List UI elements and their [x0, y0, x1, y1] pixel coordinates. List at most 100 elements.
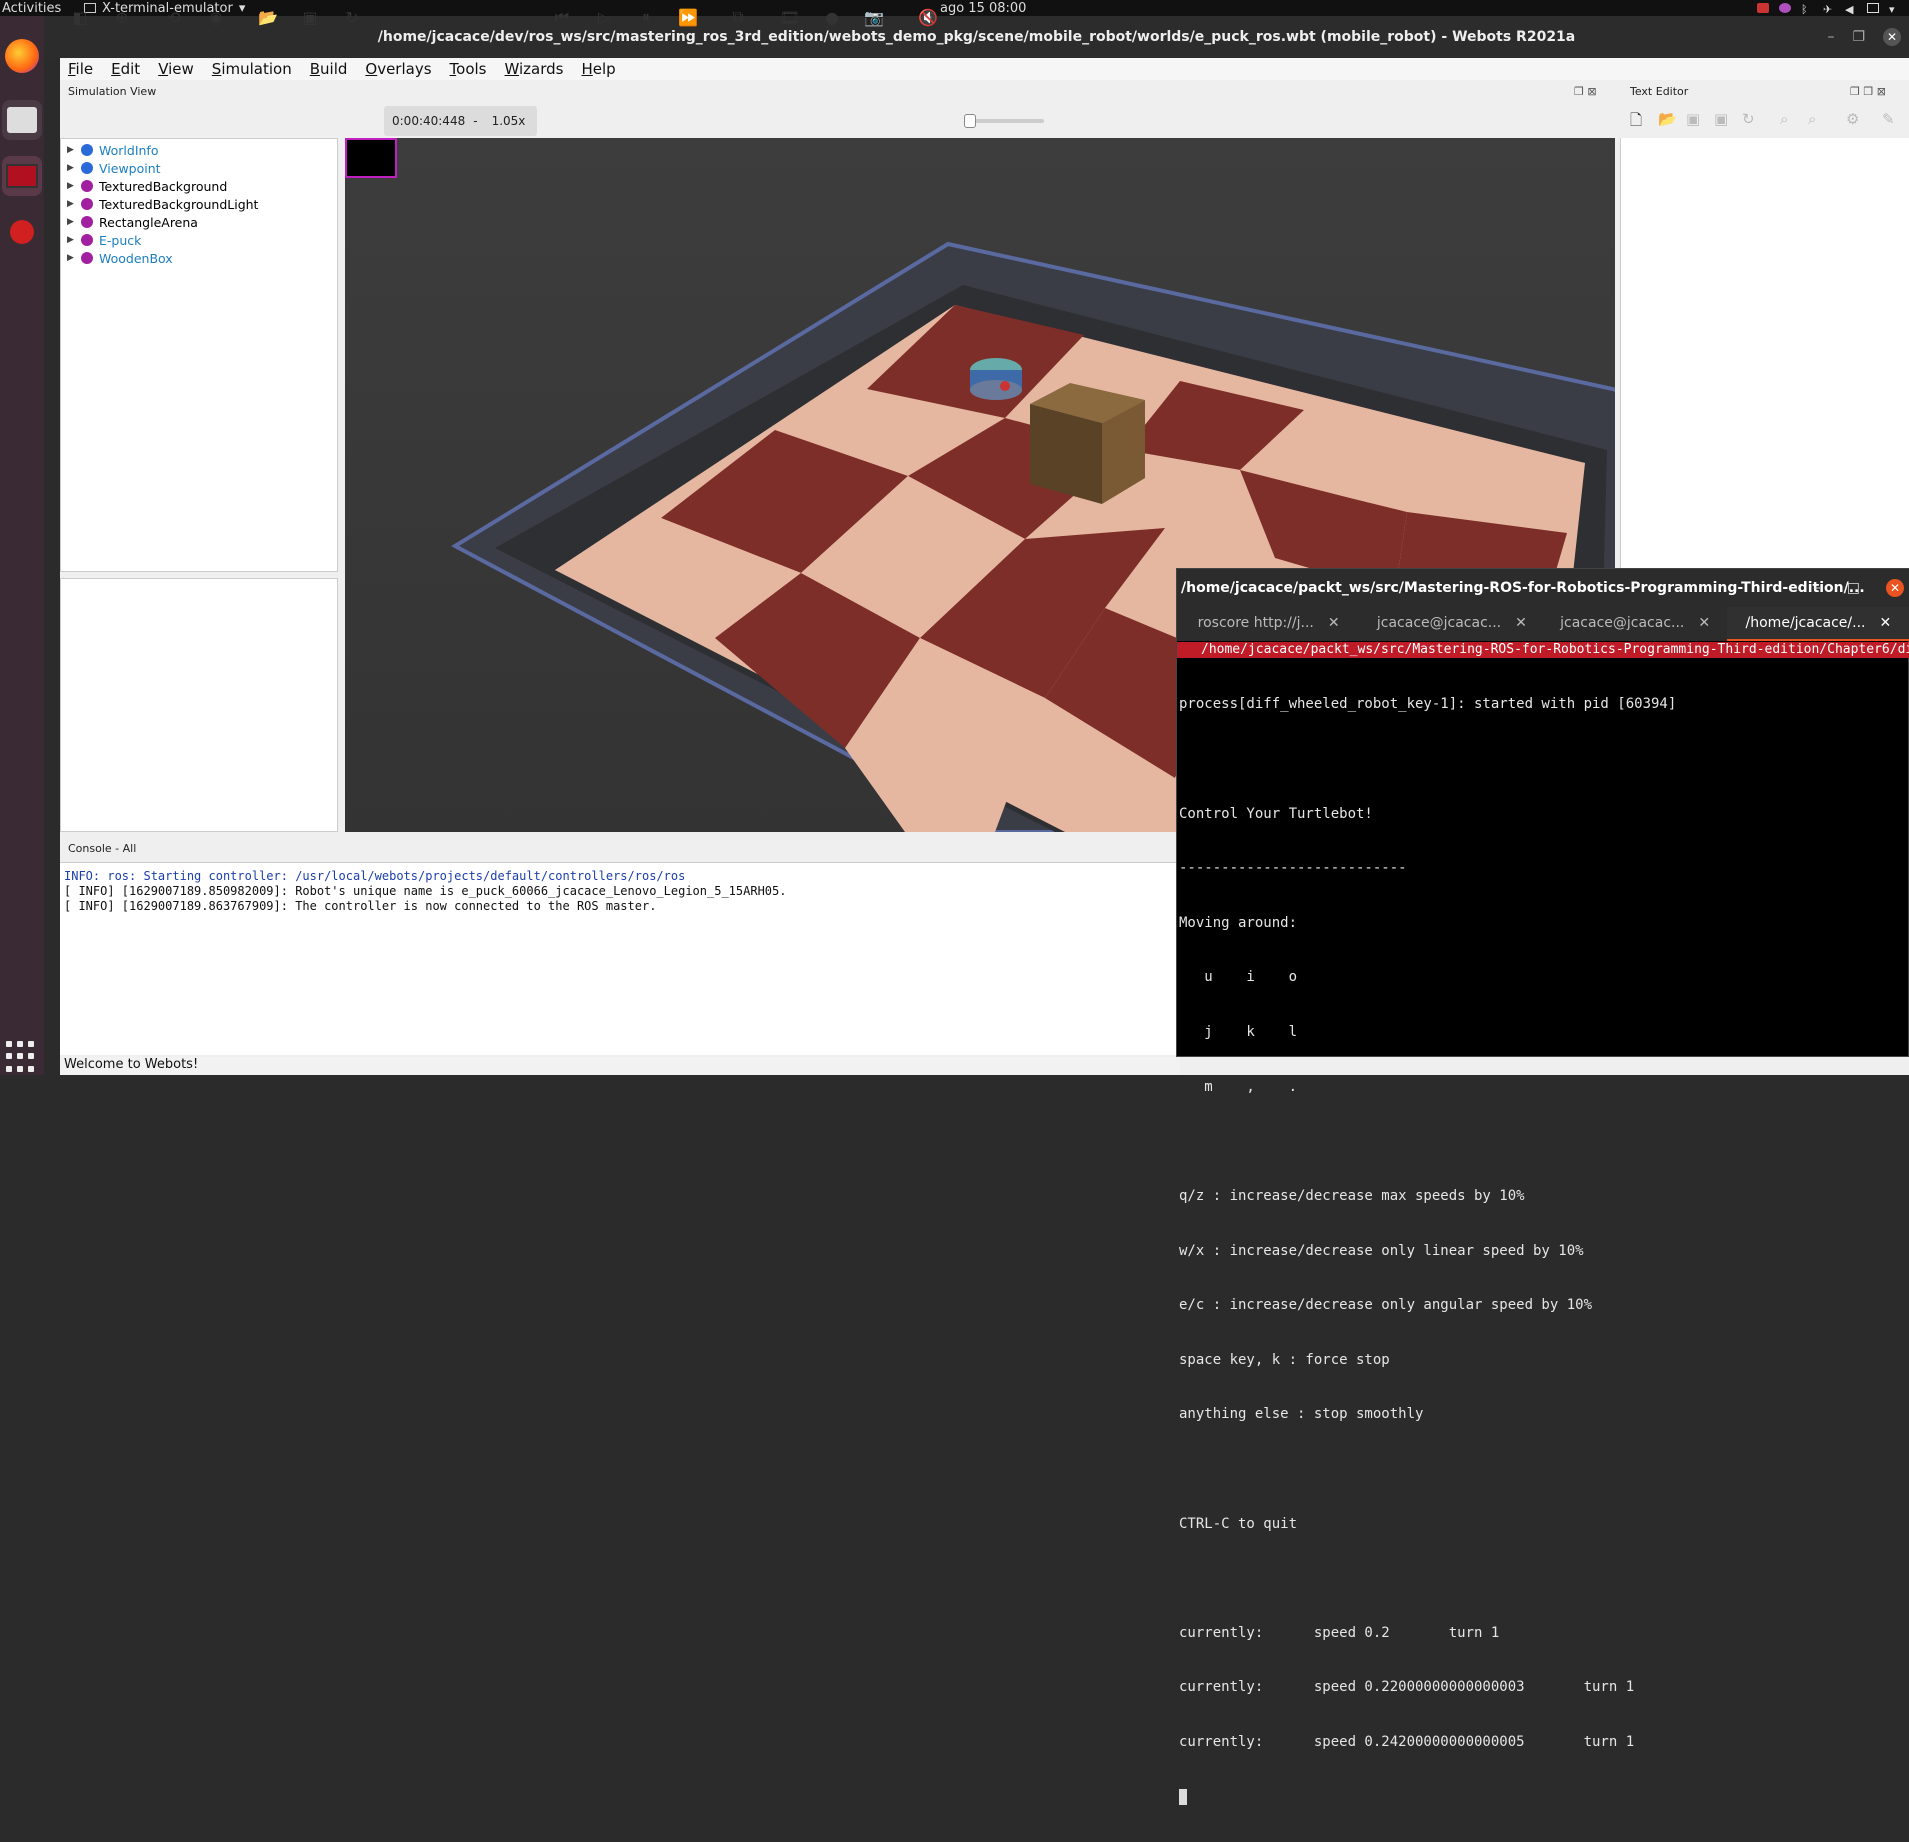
close-icon[interactable]: ✕ [1886, 579, 1904, 597]
airplane-icon: ✈ [1823, 3, 1833, 16]
terminal-tab[interactable]: jcacace@jcacac... ✕ [1544, 607, 1727, 641]
tree-node-woodenbox[interactable]: ▶ WoodenBox [67, 249, 173, 267]
close-tab-icon[interactable]: ✕ [1328, 615, 1340, 631]
maximize-icon[interactable]: □ [1847, 580, 1860, 596]
save-world-icon[interactable]: ▣ [300, 8, 320, 27]
clock[interactable]: ago 15 08:00 [940, 1, 1026, 16]
close-tab-icon[interactable]: ✕ [1879, 615, 1891, 631]
node-ball-icon [81, 216, 93, 228]
screenshot-icon[interactable]: 📷 [864, 8, 884, 27]
expand-arrow-icon[interactable]: ▶ [67, 235, 75, 245]
node-ball-icon [81, 252, 93, 264]
terminal-line: anything else : stop smoothly [1179, 1406, 1424, 1423]
terminal-line: w/x : increase/decrease only linear spee… [1179, 1242, 1584, 1259]
tree-node-worldinfo[interactable]: ▶ WorldInfo [67, 141, 158, 159]
volume-icon: ◀ [1845, 3, 1854, 16]
system-tray[interactable]: ᛒ ✈ ◀ ▾ [1757, 0, 1901, 16]
save-file-icon[interactable]: ▣ [1686, 110, 1700, 128]
sim-view-float-icon[interactable]: ❐ ⊠ [1574, 85, 1597, 98]
eye-icon[interactable]: ◉ [206, 8, 226, 27]
terminal-line: q/z : increase/decrease max speeds by 10… [1179, 1187, 1525, 1204]
tree-node-texturedbackgroundlight[interactable]: ▶ TexturedBackgroundLight [67, 195, 258, 213]
close-icon[interactable]: ✕ [1883, 28, 1901, 46]
node-ball-icon [81, 162, 93, 174]
minimize-icon[interactable]: – [1814, 580, 1821, 596]
wooden-box-model[interactable] [1030, 383, 1145, 504]
clean-icon[interactable]: ✎ [1882, 110, 1895, 128]
rendering-icon[interactable]: ⧉ [728, 7, 748, 26]
menu-file[interactable]: File [68, 60, 93, 78]
terminal-output[interactable]: process[diff_wheeled_robot_key-1]: start… [1179, 659, 1907, 1842]
terminal-tab[interactable]: roscore http://j... ✕ [1177, 607, 1360, 641]
tree-node-texturedbackground[interactable]: ▶ TexturedBackground [67, 177, 227, 195]
volume-slider[interactable] [964, 114, 1044, 128]
tree-node-viewpoint[interactable]: ▶ Viewpoint [67, 159, 161, 177]
menu-simulation[interactable]: Simulation [212, 60, 292, 78]
simulation-speed: 1.05x [491, 114, 526, 128]
add-node-icon[interactable]: ⊕ [112, 8, 132, 27]
fast-forward-icon[interactable]: ⏩ [678, 8, 698, 27]
replace-icon[interactable]: ⌕ [1808, 110, 1816, 128]
bluetooth-icon: ᛒ [1801, 3, 1808, 16]
text-editor-area[interactable] [1620, 138, 1909, 568]
text-editor-toolbar: 🗋 📂 ▣ ▣ ↻ ⌕ ⌕ ⚙ ✎ [1620, 106, 1909, 136]
show-applications-icon[interactable] [6, 1041, 38, 1073]
menu-edit[interactable]: Edit [111, 60, 140, 78]
firefox-icon[interactable] [2, 36, 42, 76]
reset-simulation-icon[interactable]: ⏮ [552, 7, 572, 26]
terminal-window[interactable]: /home/jcacace/packt_ws/src/Mastering-ROS… [1176, 568, 1909, 1805]
terminal-cursor [1179, 1788, 1187, 1805]
movie-icon[interactable]: 🎞 [780, 8, 800, 27]
menu-build[interactable]: Build [310, 60, 348, 78]
terminal-line: e/c : increase/decrease only angular spe… [1179, 1297, 1593, 1314]
ladybug-icon[interactable] [2, 212, 42, 252]
terminal-line: ​ [1179, 1569, 1907, 1587]
terminal-line: currently: speed 0.2 turn 1 [1179, 1624, 1500, 1641]
expand-arrow-icon[interactable]: ▶ [67, 181, 75, 191]
build-gear-icon[interactable]: ⚙ [1846, 110, 1859, 128]
webots-app-icon[interactable] [2, 156, 42, 196]
expand-arrow-icon[interactable]: ▶ [67, 217, 75, 227]
close-tab-icon[interactable]: ✕ [1698, 615, 1710, 631]
step-icon[interactable]: ▷ [594, 8, 614, 27]
revert-icon[interactable]: ↻ [1742, 110, 1755, 128]
expand-arrow-icon[interactable]: ▶ [67, 145, 75, 155]
restore-icon[interactable]: ❐ [1852, 29, 1865, 45]
expand-arrow-icon[interactable]: ▶ [67, 163, 75, 173]
tree-node-label: E-puck [99, 232, 142, 248]
menu-help[interactable]: Help [582, 60, 616, 78]
expand-arrow-icon[interactable]: ▶ [67, 199, 75, 209]
menu-overlays[interactable]: Overlays [365, 60, 431, 78]
field-editor[interactable] [60, 578, 338, 832]
reset-view-icon[interactable]: ⟲ [164, 8, 184, 27]
files-icon[interactable] [2, 100, 42, 140]
new-file-icon[interactable]: 🗋 [1630, 110, 1642, 135]
find-icon[interactable]: ⌕ [1780, 110, 1788, 128]
reload-world-icon[interactable]: ↻ [342, 8, 362, 27]
menu-wizards[interactable]: Wizards [505, 60, 564, 78]
epuck-robot-model[interactable] [970, 358, 1022, 400]
terminal-tab[interactable]: jcacace@jcacac... ✕ [1360, 607, 1543, 641]
pause-icon[interactable]: ⏸ [636, 7, 656, 26]
terminal-line: ​ [1179, 750, 1907, 768]
minimize-icon[interactable]: – [1827, 29, 1834, 45]
record-icon[interactable]: ● [822, 8, 842, 27]
simulation-view-label: Simulation View [68, 85, 157, 98]
camera-overlay[interactable] [345, 138, 397, 178]
terminal-tab-active[interactable]: /home/jcacace/... ✕ [1726, 607, 1909, 641]
open-file-icon[interactable]: 📂 [1658, 110, 1677, 128]
save-all-icon[interactable]: ▣ [1714, 110, 1728, 128]
open-world-icon[interactable]: 📂 [258, 8, 278, 27]
tree-node-epuck[interactable]: ▶ E-puck [67, 231, 141, 249]
text-editor-float-icon[interactable]: ❐ ❐ ⊠ [1850, 85, 1886, 98]
console-output[interactable]: INFO: ros: Starting controller: /usr/loc… [60, 862, 1180, 1055]
tree-node-rectanglearena[interactable]: ▶ RectangleArena [67, 213, 198, 231]
menu-tools[interactable]: Tools [450, 60, 487, 78]
close-tab-icon[interactable]: ✕ [1515, 615, 1527, 631]
mute-icon[interactable]: 🔇 [918, 8, 938, 27]
toggle-scene-tree-icon[interactable]: ◧ [70, 8, 90, 27]
volume-slider-handle[interactable] [964, 114, 976, 128]
system-top-bar: Activities X-terminal-emulator ▾ ago 15 … [0, 0, 1909, 16]
expand-arrow-icon[interactable]: ▶ [67, 253, 75, 263]
menu-view[interactable]: View [158, 60, 194, 78]
